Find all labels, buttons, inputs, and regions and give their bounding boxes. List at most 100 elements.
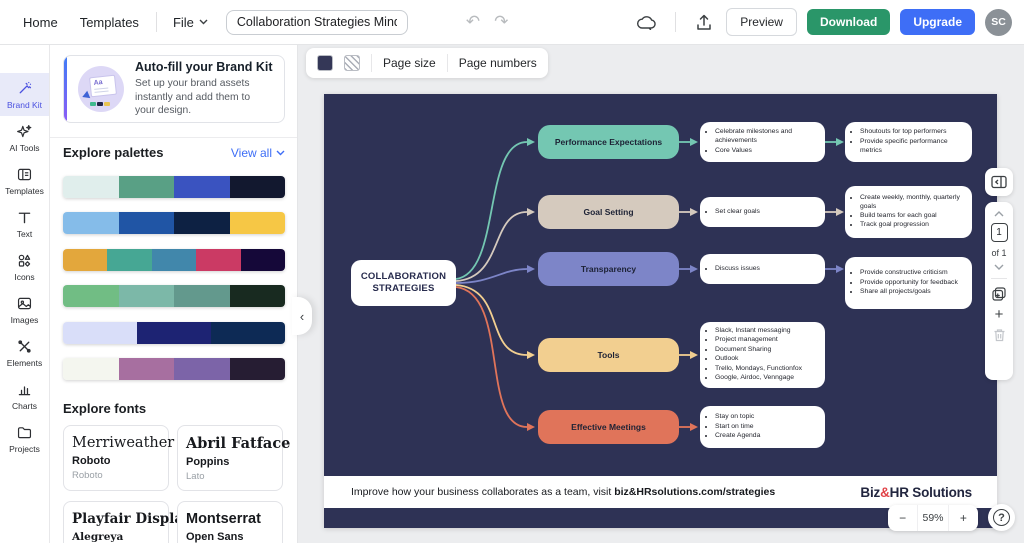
design-page[interactable]: COLLABORATION STRATEGIES Performance Exp… [324,94,997,528]
font-pair-card[interactable]: Abril Fatface Poppins Lato [177,425,290,491]
panel-collapse-handle[interactable]: ‹ [292,297,312,335]
palette-swatch [240,249,285,271]
canvas-area: Page size Page numbers COLLABORATION STR… [298,45,1024,543]
upgrade-button[interactable]: Upgrade [900,9,975,35]
question-mark-icon: ? [993,509,1010,526]
view-all-link[interactable]: View all [231,146,285,160]
ai-tools-icon [17,124,32,137]
palette-swatch [229,212,285,234]
share-upload-icon[interactable] [692,10,716,34]
nav-home[interactable]: Home [12,15,69,30]
branch-node[interactable]: Transparency [538,252,679,286]
palette-row[interactable] [63,212,285,234]
brand-card-title: Auto-fill your Brand Kit [135,59,273,74]
cloud-sync-icon[interactable] [635,10,659,34]
arrowhead [527,138,535,146]
detail-node[interactable]: Set clear goals [700,197,825,227]
text-icon [18,212,31,223]
palette-swatch [107,249,152,271]
palette-swatch [137,322,211,344]
charts-icon [18,385,31,395]
palette-row[interactable] [63,249,285,271]
detail-node[interactable]: Discuss issues [700,254,825,284]
branch-node[interactable]: Performance Expectations [538,125,679,159]
page-number-box[interactable]: 1 [990,223,1008,242]
brand-kit-illustration: Aa [78,66,124,112]
page-background-swatch[interactable] [317,55,333,71]
palette-swatch [174,358,230,380]
help-button[interactable]: ? [988,504,1015,531]
redo-icon[interactable]: ↷ [494,12,508,32]
palette-row[interactable] [63,176,285,198]
palette-row[interactable] [63,358,285,380]
chevron-down-icon [199,19,208,25]
palette-swatch [63,285,119,307]
palette-swatch [174,176,230,198]
undo-icon[interactable]: ↶ [466,12,480,32]
branch-node[interactable]: Tools [538,338,679,372]
palette-swatch [63,358,119,380]
brand-logo: Biz&HR Solutions [860,484,972,500]
mind-map: COLLABORATION STRATEGIES Performance Exp… [324,94,997,476]
document-title-input[interactable] [225,9,408,35]
sidebar-item-elements[interactable]: Elements [0,331,49,374]
nav-templates[interactable]: Templates [69,15,150,30]
arrowhead [690,138,698,146]
sidebar-item-ai-tools[interactable]: AI Tools [0,116,49,159]
chevron-up-icon[interactable] [994,211,1004,217]
zoom-level[interactable]: 59% [917,505,947,531]
detail-node[interactable]: Create weekly, monthly, quarterly goals … [845,186,972,238]
palette-row[interactable] [63,322,285,344]
branch-node[interactable]: Effective Meetings [538,410,679,444]
preview-button[interactable]: Preview [726,8,797,36]
icons-icon [18,254,31,267]
palette-swatch [229,285,285,307]
arrowhead [690,423,698,431]
page-numbers-button[interactable]: Page numbers [459,56,537,70]
brand-kit-card[interactable]: Aa Auto-fill your Brand Kit Set up your … [63,55,285,123]
page-size-button[interactable]: Page size [383,56,436,70]
zoom-in-button[interactable]: + [947,505,978,531]
brand-card-description: Set up your brand assets instantly and a… [135,77,251,117]
palette-swatch [151,249,197,271]
detail-node[interactable]: Celebrate milestones and achievementsCor… [700,122,825,162]
templates-icon [17,168,32,180]
font-pair-card[interactable]: Playfair Display Alegreya [63,501,191,543]
collapse-sidebar-button[interactable] [985,168,1013,196]
fonts-heading: Explore fonts [63,401,147,416]
zoom-out-button[interactable]: − [888,505,917,531]
palette-swatch [118,176,174,198]
palettes-heading: Explore palettes [63,145,164,160]
detail-node[interactable]: Stay on topic Start on time Create Agend… [700,406,825,448]
sidebar-item-text[interactable]: Text [0,202,49,245]
chevron-down-icon[interactable] [994,264,1004,270]
chevron-down-icon [276,150,285,155]
images-icon [17,297,32,309]
sidebar-item-icons[interactable]: Icons [0,245,49,288]
detail-node[interactable]: Slack, Instant messaging Project managem… [700,322,825,388]
branch-node[interactable]: Goal Setting [538,195,679,229]
file-menu[interactable]: File [163,15,218,30]
download-button[interactable]: Download [806,9,891,35]
add-page-button[interactable]: + [995,307,1004,322]
brand-kit-panel: Aa Auto-fill your Brand Kit Set up your … [50,45,298,543]
font-pair-card[interactable]: Montserrat Open Sans [177,501,283,543]
sidebar-item-templates[interactable]: Templates [0,159,49,202]
avatar[interactable]: SC [985,8,1012,36]
trash-icon[interactable] [993,328,1006,342]
sidebar-item-charts[interactable]: Charts [0,374,49,417]
sidebar-item-projects[interactable]: Projects [0,417,49,460]
connector-branch-2 [455,268,528,284]
pattern-swatch[interactable] [344,55,360,71]
duplicate-page-icon[interactable] [992,287,1006,301]
central-node[interactable]: COLLABORATION STRATEGIES [351,260,456,306]
palette-row[interactable] [63,285,285,307]
detail-node[interactable]: Provide constructive criticism Provide o… [845,257,972,309]
arrowhead [527,351,535,359]
detail-node[interactable]: Shoutouts for top performersProvide spec… [845,122,972,162]
arrowhead [690,208,698,216]
sidebar-item-images[interactable]: Images [0,288,49,331]
page-count-label: of 1 [991,248,1007,258]
font-pair-card[interactable]: Merriweather Roboto Roboto [63,425,174,491]
sidebar-item-brand-kit[interactable]: Brand Kit [0,73,49,116]
